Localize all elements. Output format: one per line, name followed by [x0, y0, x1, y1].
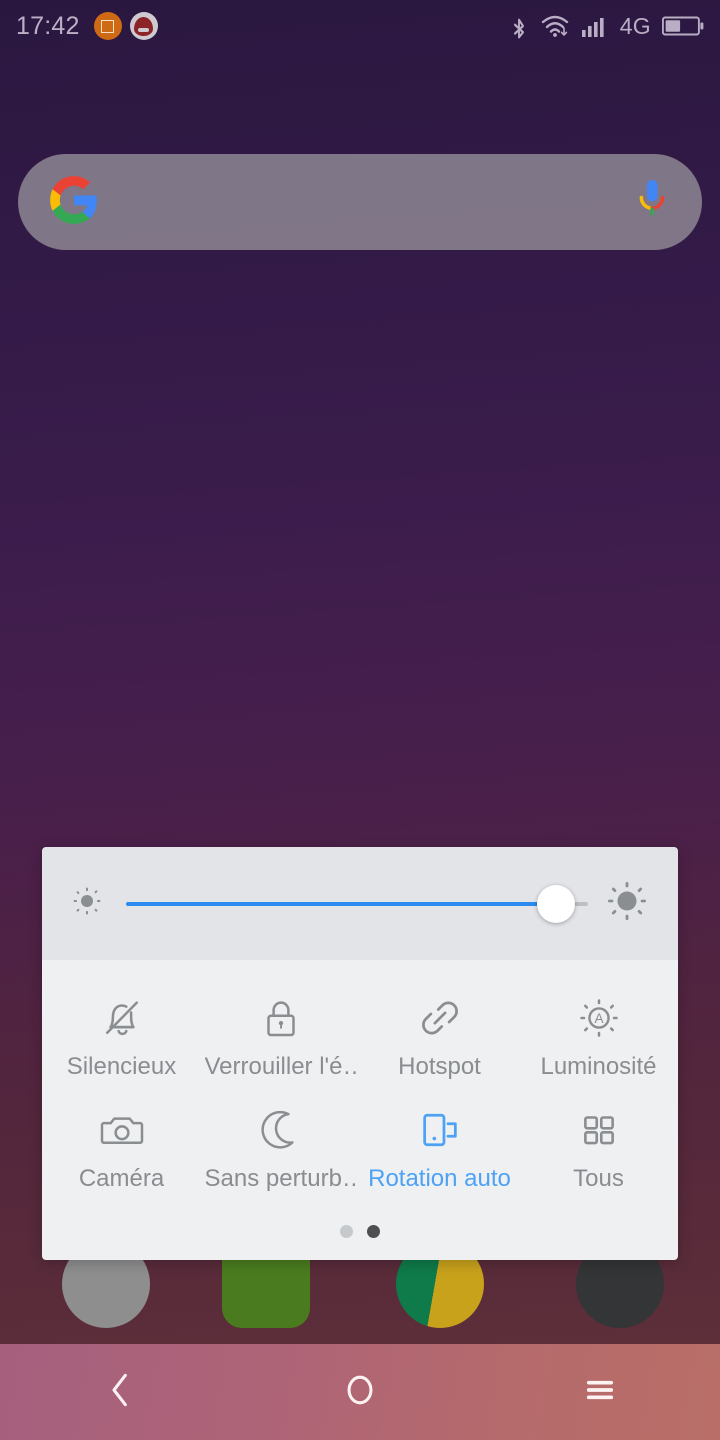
tile-camera[interactable]: Caméra [42, 1090, 201, 1202]
flame-glyph [134, 16, 154, 36]
tile-label: Rotation auto [368, 1166, 511, 1193]
home-icon [342, 1370, 378, 1415]
back-button[interactable] [0, 1344, 240, 1440]
grid-icon [574, 1102, 624, 1158]
status-clock: 17:42 [16, 11, 80, 40]
google-search-bar[interactable] [18, 154, 702, 250]
tile-brightness[interactable]: A Luminosité [519, 978, 678, 1090]
brightness-low-icon [70, 884, 104, 923]
page-indicator [42, 1208, 678, 1260]
screenshot-notification-icon[interactable] [93, 12, 122, 40]
camera-icon [97, 1102, 147, 1158]
cellular-signal-icon [581, 14, 609, 38]
tile-auto-rotate[interactable]: Rotation auto [360, 1090, 519, 1202]
android-home-screen: 17:42 4G Silencieux Verrouiller l'é… Hot… [0, 0, 720, 1440]
brightness-row [42, 847, 678, 960]
quick-setting-tiles: Silencieux Verrouiller l'é… Hotspot A Lu… [42, 960, 678, 1209]
home-button[interactable] [240, 1344, 480, 1440]
screen-rotation-icon [415, 1102, 465, 1158]
navigation-bar [0, 1344, 720, 1440]
slider-fill [126, 901, 556, 906]
slider-thumb[interactable] [536, 884, 575, 923]
bell-off-icon [97, 990, 147, 1046]
tile-label: Luminosité [540, 1054, 657, 1080]
tile-silent[interactable]: Silencieux [42, 978, 201, 1090]
tile-label: Caméra [78, 1166, 165, 1193]
moon-icon [256, 1102, 306, 1158]
lock-icon [256, 990, 306, 1046]
tile-row-1: Silencieux Verrouiller l'é… Hotspot A Lu… [42, 978, 678, 1090]
page-dot-1[interactable] [340, 1224, 353, 1238]
recents-button[interactable] [480, 1344, 720, 1440]
bluetooth-icon [509, 12, 529, 40]
quick-settings-panel: Silencieux Verrouiller l'é… Hotspot A Lu… [42, 847, 678, 1260]
tile-label: Verrouiller l'é… [204, 1054, 357, 1080]
status-icons: 4G [509, 12, 704, 40]
tile-do-not-disturb[interactable]: Sans perturb… [201, 1090, 360, 1202]
auto-brightness-icon: A [574, 990, 624, 1046]
crop-glyph [101, 19, 115, 33]
tile-row-2: Caméra Sans perturb… Rotation auto Tous [42, 1090, 678, 1202]
tile-all[interactable]: Tous [519, 1090, 678, 1202]
tile-label: Tous [573, 1166, 624, 1193]
status-bar: 17:42 4G [0, 0, 720, 52]
recents-icon [583, 1375, 617, 1410]
network-type-label: 4G [619, 12, 651, 39]
tile-label: Silencieux [66, 1054, 177, 1080]
microphone-icon[interactable] [632, 175, 672, 230]
tile-label: Hotspot [398, 1054, 481, 1080]
app-notification-icon[interactable] [129, 12, 158, 40]
back-icon [103, 1370, 137, 1415]
tile-label: Sans perturb… [204, 1166, 357, 1193]
brightness-slider[interactable] [126, 884, 588, 924]
tile-lock-screen[interactable]: Verrouiller l'é… [201, 978, 360, 1090]
page-dot-2[interactable] [367, 1224, 380, 1238]
google-g-icon [48, 174, 100, 231]
svg-text:A: A [594, 1011, 604, 1026]
link-icon [415, 990, 465, 1046]
battery-icon [662, 15, 704, 37]
brightness-high-icon [604, 878, 650, 929]
search-input[interactable] [100, 154, 632, 250]
wifi-icon [540, 13, 570, 39]
tile-hotspot[interactable]: Hotspot [360, 978, 519, 1090]
